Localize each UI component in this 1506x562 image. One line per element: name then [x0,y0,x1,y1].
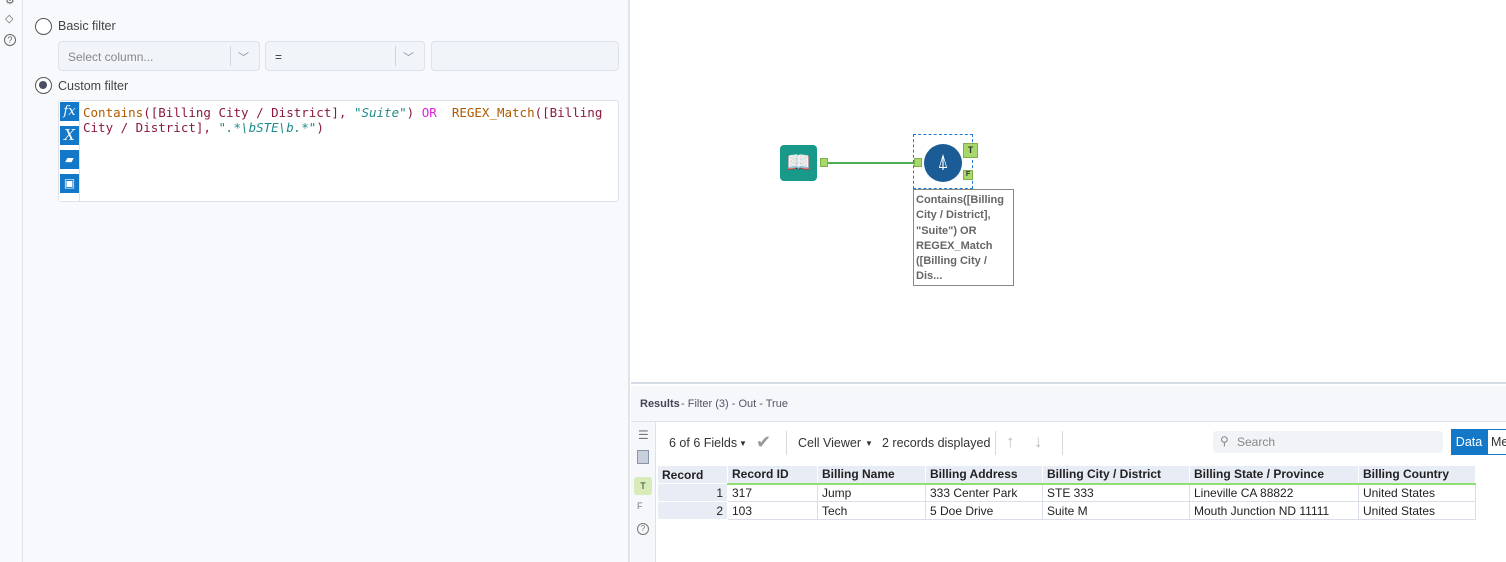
code-token: REGEX_Match [451,105,535,120]
table-row[interactable]: 1 317 Jump 333 Center Park STE 333 Linev… [657,483,1476,502]
tag-icon[interactable]: ◇ [5,12,13,25]
results-header: Results - Filter (3) - Out - True [631,386,1506,422]
tab-metadata[interactable]: Metadata [1487,429,1506,455]
search-placeholder: Search [1237,435,1276,449]
chevron-down-icon: ﹀ [403,52,414,64]
expression-editor[interactable]: fx X ▰ ▣ Contains([Billing City / Distri… [58,100,619,202]
code-token: ) [316,120,324,135]
column-header[interactable]: Billing Address [925,465,1043,485]
arrow-down-icon[interactable]: ↓ [1034,432,1043,452]
false-output-icon[interactable]: F [637,501,643,511]
cell: Jump [817,483,926,502]
basic-filter-label: Basic filter [58,19,116,33]
search-icon: ⚲ [1220,434,1229,448]
cell: Lineville CA 88822 [1189,483,1359,502]
false-anchor[interactable]: F [963,170,973,180]
table-header: Record Record ID Billing Name Billing Ad… [657,465,1476,485]
list-icon[interactable]: ☰ [638,428,649,442]
column-header[interactable]: Billing Name [817,465,926,485]
code-token: ([Billing City / District], [143,105,354,120]
results-title: Results [640,398,680,410]
custom-filter-radio[interactable] [35,77,52,94]
filter-config-panel: Basic filter Select column... ﹀ = ﹀ Cust… [23,0,630,562]
output-anchor[interactable] [820,158,828,167]
help-icon[interactable]: ? [637,523,649,535]
column-placeholder: Select column... [68,50,154,64]
column-select[interactable]: Select column... ﹀ [58,41,260,71]
arrow-up-icon[interactable]: ↑ [1006,432,1015,452]
input-anchor[interactable] [914,158,922,167]
code-token: "Suite" [353,105,407,120]
basic-filter-radio[interactable] [35,18,52,35]
cell: United States [1358,483,1476,502]
cell-viewer-dropdown[interactable]: Cell Viewer [798,436,861,450]
column-header[interactable]: Billing City / District [1042,465,1190,485]
operator-value: = [275,50,283,64]
cell: 1 [657,483,728,502]
column-header[interactable]: Billing Country [1358,465,1476,485]
column-header[interactable]: Record [657,465,728,484]
chevron-down-icon: ﹀ [238,52,249,64]
input-data-tool[interactable]: 📖 [780,145,817,181]
cell: 317 [727,483,818,502]
input-anchor-icon[interactable] [637,450,649,464]
cell: 333 Center Park [925,483,1043,502]
caret-down-icon[interactable]: ▼ [865,439,873,448]
cell: 2 [657,501,728,520]
code-token: Contains [83,105,144,120]
cell: 103 [727,501,818,520]
expression-text[interactable]: Contains([Billing City / District], "Sui… [83,105,615,135]
caret-down-icon[interactable]: ▼ [739,439,747,448]
open-folder-icon[interactable]: ▰ [60,150,79,169]
settings-icon[interactable]: ⚙ [5,0,15,7]
fields-dropdown[interactable]: 6 of 6 Fields [669,436,737,450]
save-icon[interactable]: ▣ [60,174,79,193]
cell: Mouth Junction ND 11111 [1189,501,1359,520]
cell: Tech [817,501,926,520]
cell: STE 333 [1042,483,1190,502]
tool-annotation: Contains([Billing City / District], "Sui… [913,189,1014,286]
apply-check-icon[interactable]: ✔ [756,432,771,453]
code-token: ".*\bSTE\b.*" [218,120,317,135]
variable-icon[interactable]: X [60,126,79,145]
filter-tool[interactable]: ⍋ [924,144,962,182]
value-input[interactable] [431,41,619,71]
records-count: 2 records displayed [882,436,991,450]
cell: Suite M [1042,501,1190,520]
code-token: OR [421,105,437,120]
cell: United States [1358,501,1476,520]
cell: 5 Doe Drive [925,501,1043,520]
results-table: Record Record ID Billing Name Billing Ad… [657,465,1476,520]
custom-filter-label: Custom filter [58,79,129,93]
left-icon-bar: ⚙ ◇ ? [0,0,23,562]
workflow-canvas[interactable]: 📖 ⍋ T F Contains([Billing City / Distric… [631,0,1506,384]
tab-data[interactable]: Data [1451,429,1487,455]
table-row[interactable]: 2 103 Tech 5 Doe Drive Suite M Mouth Jun… [657,501,1476,520]
operator-select[interactable]: = ﹀ [265,41,425,71]
search-input[interactable]: ⚲ Search [1213,431,1443,453]
column-header[interactable]: Record ID [727,465,818,485]
results-subtitle: - Filter (3) - Out - True [681,398,788,410]
code-token: ) [406,105,422,120]
connection-line [828,162,914,164]
true-anchor[interactable]: T [963,143,978,158]
help-icon[interactable]: ? [4,34,16,46]
true-output-icon[interactable]: T [634,477,652,495]
results-side-bar: ☰ T F ? [631,422,656,562]
function-icon[interactable]: fx [60,102,79,121]
column-header[interactable]: Billing State / Province [1189,465,1359,485]
